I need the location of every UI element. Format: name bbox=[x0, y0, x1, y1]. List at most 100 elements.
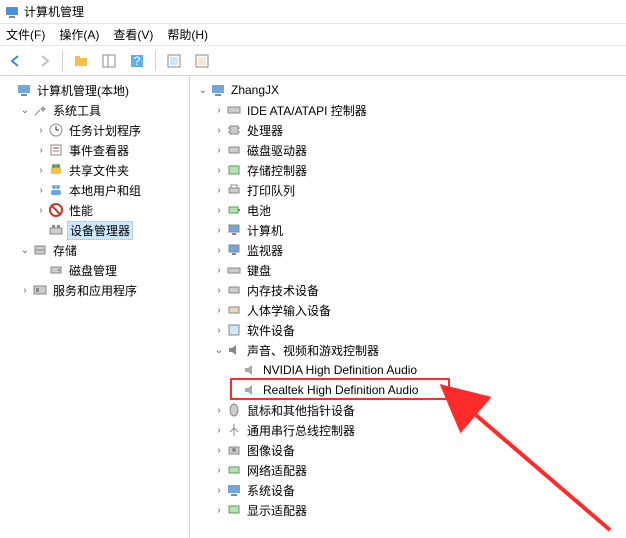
toolbar: ? bbox=[0, 46, 626, 76]
device-mouse[interactable]: ›鼠标和其他指针设备 bbox=[190, 400, 626, 420]
expander-icon[interactable]: › bbox=[212, 163, 226, 177]
expander-icon[interactable]: › bbox=[212, 203, 226, 217]
expander-icon[interactable]: › bbox=[34, 143, 48, 157]
computer-icon bbox=[210, 82, 226, 98]
event-icon bbox=[48, 142, 64, 158]
tree-storage[interactable]: ⌄存储 bbox=[0, 240, 189, 260]
tree-event-viewer[interactable]: ›事件查看器 bbox=[0, 140, 189, 160]
device-network[interactable]: ›网络适配器 bbox=[190, 460, 626, 480]
cpu-icon bbox=[226, 122, 242, 138]
expander-icon[interactable]: › bbox=[34, 203, 48, 217]
device-memory[interactable]: ›内存技术设备 bbox=[190, 280, 626, 300]
device-system[interactable]: ›系统设备 bbox=[190, 480, 626, 500]
expander-icon[interactable]: › bbox=[212, 503, 226, 517]
expander-icon[interactable]: › bbox=[212, 263, 226, 277]
left-tree: 计算机管理(本地) ⌄系统工具 ›任务计划程序 ›事件查看器 ›共享文件夹 ›本… bbox=[0, 76, 190, 538]
expander-icon[interactable]: › bbox=[34, 183, 48, 197]
expander-icon[interactable]: › bbox=[212, 123, 226, 137]
speaker-icon bbox=[226, 342, 242, 358]
expander-icon[interactable]: › bbox=[212, 223, 226, 237]
menu-file[interactable]: 文件(F) bbox=[6, 26, 45, 43]
expander-icon[interactable]: › bbox=[212, 483, 226, 497]
back-button[interactable] bbox=[4, 49, 28, 73]
hid-icon bbox=[226, 302, 242, 318]
device-storage-ctrl[interactable]: ›存储控制器 bbox=[190, 160, 626, 180]
device-display[interactable]: ›显示适配器 bbox=[190, 500, 626, 520]
software-icon bbox=[226, 322, 242, 338]
refresh-button[interactable] bbox=[162, 49, 186, 73]
pc-icon bbox=[226, 222, 242, 238]
menu-action[interactable]: 操作(A) bbox=[59, 26, 99, 43]
menubar: 文件(F) 操作(A) 查看(V) 帮助(H) bbox=[0, 24, 626, 46]
device-print-queue[interactable]: ›打印队列 bbox=[190, 180, 626, 200]
svg-text:?: ? bbox=[134, 54, 141, 68]
expander-icon[interactable]: › bbox=[212, 143, 226, 157]
storage-ctrl-icon bbox=[226, 162, 242, 178]
tree-users-groups[interactable]: ›本地用户和组 bbox=[0, 180, 189, 200]
tree-services[interactable]: ›服务和应用程序 bbox=[0, 280, 189, 300]
device-computer[interactable]: ›计算机 bbox=[190, 220, 626, 240]
expander-icon[interactable]: ⌄ bbox=[212, 343, 226, 357]
expander-icon[interactable]: ⌄ bbox=[18, 103, 32, 117]
device-disk-drive[interactable]: ›磁盘驱动器 bbox=[190, 140, 626, 160]
device-battery[interactable]: ›电池 bbox=[190, 200, 626, 220]
toolbar-separator bbox=[62, 51, 63, 71]
device-audio-realtek[interactable]: Realtek High Definition Audio bbox=[190, 380, 626, 400]
expander-icon[interactable]: › bbox=[212, 183, 226, 197]
window-title: 计算机管理 bbox=[24, 3, 84, 20]
expander-icon[interactable]: › bbox=[212, 423, 226, 437]
device-hid[interactable]: ›人体学输入设备 bbox=[190, 300, 626, 320]
expander-icon[interactable]: › bbox=[212, 323, 226, 337]
tree-root[interactable]: 计算机管理(本地) bbox=[0, 80, 189, 100]
help-button[interactable]: ? bbox=[125, 49, 149, 73]
device-ide[interactable]: ›IDE ATA/ATAPI 控制器 bbox=[190, 100, 626, 120]
expander-icon[interactable]: › bbox=[212, 443, 226, 457]
expander-icon[interactable]: › bbox=[212, 243, 226, 257]
tree-task-scheduler[interactable]: ›任务计划程序 bbox=[0, 120, 189, 140]
storage-icon bbox=[32, 242, 48, 258]
mouse-icon bbox=[226, 402, 242, 418]
expander-icon[interactable]: › bbox=[34, 123, 48, 137]
device-usb[interactable]: ›通用串行总线控制器 bbox=[190, 420, 626, 440]
toolbar-separator bbox=[155, 51, 156, 71]
expander-icon[interactable]: › bbox=[212, 303, 226, 317]
tools-icon bbox=[32, 102, 48, 118]
speaker-icon bbox=[242, 382, 258, 398]
expander-icon[interactable]: ⌄ bbox=[196, 83, 210, 97]
menu-view[interactable]: 查看(V) bbox=[113, 26, 153, 43]
monitor-icon bbox=[226, 242, 242, 258]
device-keyboard[interactable]: ›键盘 bbox=[190, 260, 626, 280]
tree-device-manager[interactable]: 设备管理器 bbox=[0, 220, 189, 240]
titlebar: 计算机管理 bbox=[0, 0, 626, 24]
refresh2-button[interactable] bbox=[190, 49, 214, 73]
forward-button[interactable] bbox=[32, 49, 56, 73]
menu-help[interactable]: 帮助(H) bbox=[167, 26, 208, 43]
device-root[interactable]: ⌄ZhangJX bbox=[190, 80, 626, 100]
expander-icon[interactable]: › bbox=[212, 403, 226, 417]
tree-system-tools[interactable]: ⌄系统工具 bbox=[0, 100, 189, 120]
system-icon bbox=[226, 482, 242, 498]
tree-disk-management[interactable]: 磁盘管理 bbox=[0, 260, 189, 280]
device-audio-nvidia[interactable]: NVIDIA High Definition Audio bbox=[190, 360, 626, 380]
share-icon bbox=[48, 162, 64, 178]
expander-icon[interactable]: › bbox=[212, 463, 226, 477]
device-image[interactable]: ›图像设备 bbox=[190, 440, 626, 460]
layout-button[interactable] bbox=[97, 49, 121, 73]
expander-icon[interactable]: ⌄ bbox=[18, 243, 32, 257]
folder-button[interactable] bbox=[69, 49, 93, 73]
expander-icon[interactable]: › bbox=[212, 103, 226, 117]
expander-icon[interactable]: › bbox=[212, 283, 226, 297]
device-tree: ⌄ZhangJX ›IDE ATA/ATAPI 控制器 ›处理器 ›磁盘驱动器 … bbox=[190, 76, 626, 538]
device-cpu[interactable]: ›处理器 bbox=[190, 120, 626, 140]
expander-icon[interactable]: › bbox=[18, 283, 32, 297]
printer-icon bbox=[226, 182, 242, 198]
device-sound[interactable]: ⌄声音、视频和游戏控制器 bbox=[190, 340, 626, 360]
ide-icon bbox=[226, 102, 242, 118]
clock-icon bbox=[48, 122, 64, 138]
tree-shared-folders[interactable]: ›共享文件夹 bbox=[0, 160, 189, 180]
device-monitor[interactable]: ›监视器 bbox=[190, 240, 626, 260]
device-software[interactable]: ›软件设备 bbox=[190, 320, 626, 340]
speaker-icon bbox=[242, 362, 258, 378]
expander-icon[interactable]: › bbox=[34, 163, 48, 177]
tree-performance[interactable]: ›性能 bbox=[0, 200, 189, 220]
